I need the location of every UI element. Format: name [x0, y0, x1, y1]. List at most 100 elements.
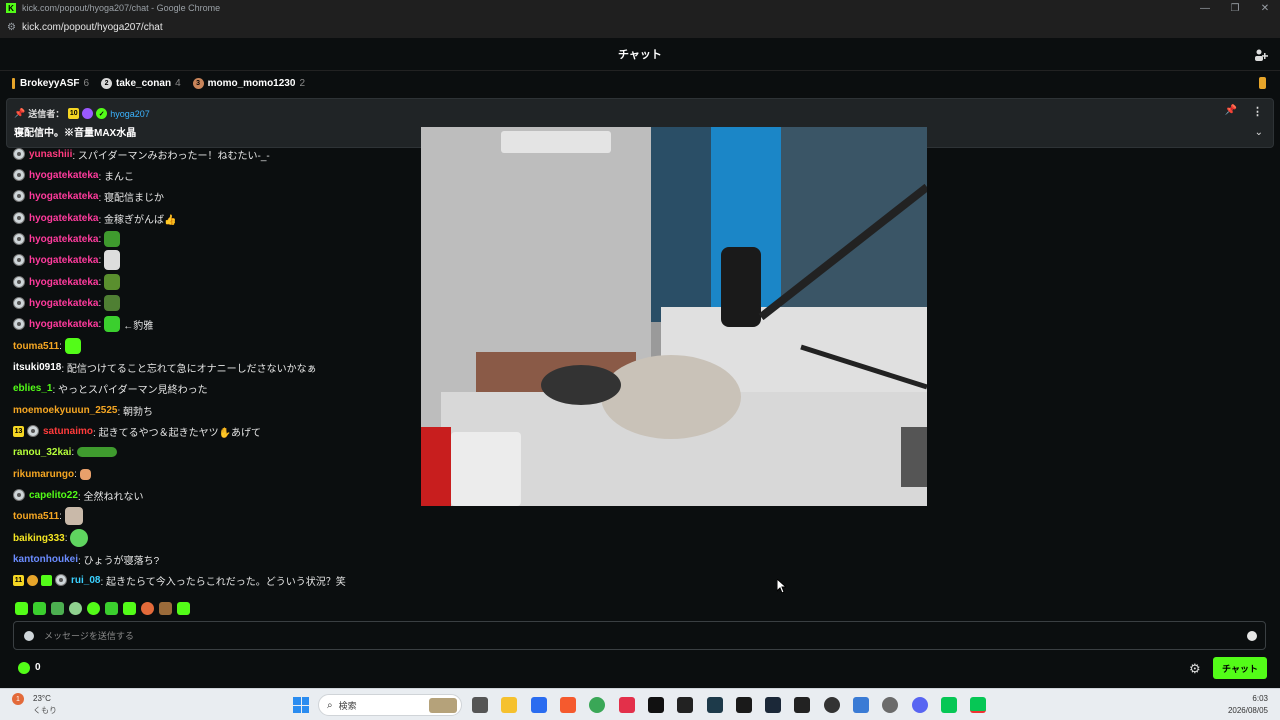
chevron-down-icon[interactable]: ⌄	[1255, 127, 1263, 138]
line-icon[interactable]	[941, 697, 957, 713]
emoji-picker-icon[interactable]	[1247, 631, 1257, 641]
chat-message[interactable]: eblies_1 : やっとスパイダーマン見終わった	[13, 380, 208, 396]
pinned-user[interactable]: hyoga207	[110, 109, 150, 119]
username[interactable]: moemoekyuuun_2525	[13, 405, 118, 416]
frog-emote-icon[interactable]	[104, 231, 121, 247]
face-emote-icon[interactable]	[104, 250, 121, 270]
gifter-item[interactable]: BrokeyyASF 6	[12, 77, 89, 89]
weather-temp[interactable]: 23°C	[33, 694, 51, 703]
kick-points-icon[interactable]	[18, 662, 30, 674]
username[interactable]: hyogatekateka	[29, 255, 98, 266]
username[interactable]: baiking333	[13, 533, 65, 544]
emote-icon[interactable]	[70, 529, 89, 547]
emote-icon[interactable]	[123, 601, 136, 615]
gifter-item[interactable]: 2 take_conan 4	[101, 77, 181, 89]
emote-icon[interactable]	[51, 601, 64, 615]
username[interactable]: satunaimo	[43, 426, 93, 437]
app-icon[interactable]	[853, 697, 869, 713]
chat-message[interactable]: hyogatekateka : 寝配信まじか	[13, 188, 164, 204]
emote-icon[interactable]	[87, 601, 100, 615]
stream-video[interactable]	[421, 127, 927, 506]
chat-message[interactable]: rikumarungo :	[13, 466, 91, 482]
site-info-icon[interactable]: ⚙	[7, 22, 16, 33]
avatar[interactable]	[13, 318, 25, 330]
emote-icon[interactable]	[33, 601, 46, 615]
username[interactable]: ranou_32kai	[13, 447, 71, 458]
tiktok-icon[interactable]	[648, 697, 664, 713]
steam-icon[interactable]	[765, 697, 781, 713]
avatar[interactable]	[55, 574, 67, 586]
restore-button[interactable]: ❐	[1220, 0, 1250, 16]
app-icon[interactable]	[736, 697, 752, 713]
gift-icon[interactable]	[1259, 77, 1266, 89]
username[interactable]: hyogatekateka	[29, 234, 98, 245]
app-icon[interactable]	[531, 697, 547, 713]
chat-message[interactable]: hyogatekateka : 金稼ぎがんば👍	[13, 210, 177, 226]
windows-start-icon[interactable]	[293, 697, 309, 713]
avatar[interactable]	[13, 489, 25, 501]
chat-input[interactable]: メッセージを送信する	[13, 621, 1266, 650]
emote-icon[interactable]	[79, 468, 91, 480]
taskbar-search[interactable]: ⌕ 検索	[318, 694, 462, 716]
chat-message[interactable]: touma511 :	[13, 507, 83, 525]
chat-message[interactable]: ranou_32kai :	[13, 444, 118, 460]
emote-icon[interactable]	[177, 601, 190, 615]
username[interactable]: hyogatekateka	[29, 170, 98, 181]
avatar[interactable]	[13, 297, 25, 309]
unpin-icon[interactable]: 📌	[1225, 105, 1237, 116]
app-icon[interactable]	[707, 697, 723, 713]
avatar[interactable]	[13, 190, 25, 202]
send-button[interactable]: チャット	[1213, 657, 1267, 679]
username[interactable]: hyogatekateka	[29, 213, 98, 224]
chat-message[interactable]: hyogatekateka :	[13, 231, 121, 247]
username[interactable]: itsuki0918	[13, 362, 61, 373]
chat-message[interactable]: itsuki0918 : 配信つけてること忘れて急にオナニーしださないかなぁ	[13, 359, 317, 375]
username[interactable]: touma511	[13, 341, 59, 352]
avatar[interactable]	[13, 276, 25, 288]
emote-icon[interactable]	[69, 601, 82, 615]
chat-message[interactable]: 13 satunaimo : 起きてるやつ＆起きたヤツ✋あげて	[13, 423, 261, 439]
chat-message[interactable]: hyogatekateka :	[13, 250, 121, 270]
chat-message[interactable]: moemoekyuuun_2525 : 朝勃ち	[13, 402, 153, 418]
users-icon[interactable]	[1254, 48, 1268, 62]
chat-message[interactable]: baiking333 :	[13, 529, 89, 547]
username[interactable]: hyogatekateka	[29, 191, 98, 202]
username[interactable]: yunashiii	[29, 149, 72, 160]
username[interactable]: hyogatekateka	[29, 298, 98, 309]
chat-message[interactable]: capelito22 : 全然ねれない	[13, 487, 143, 503]
avatar[interactable]	[13, 233, 25, 245]
username[interactable]: hyogatekateka	[29, 277, 98, 288]
emote-icon[interactable]	[159, 601, 172, 615]
emote-icon[interactable]	[141, 601, 154, 615]
username[interactable]: rui_08	[71, 575, 100, 586]
chat-message[interactable]: kantonhoukei : ひょうが寝落ち?	[13, 551, 159, 567]
avatar[interactable]	[13, 212, 25, 224]
minimize-button[interactable]: —	[1190, 0, 1220, 16]
kick-emote-icon[interactable]	[64, 338, 81, 354]
task-view-icon[interactable]	[472, 697, 488, 713]
chrome-icon[interactable]	[589, 697, 605, 713]
more-options-icon[interactable]: ⋮	[1252, 105, 1263, 118]
emote-icon[interactable]	[77, 447, 118, 457]
clock-date[interactable]: 2026/08/05	[1228, 706, 1268, 715]
chat-message[interactable]: 11 rui_08 : 起きたらて今入ったらこれだった。どういう状況？笑	[13, 572, 346, 588]
chat-message[interactable]: hyogatekateka :	[13, 295, 121, 311]
chat-message[interactable]: hyogatekateka : ←豹雅	[13, 316, 153, 332]
username[interactable]: capelito22	[29, 490, 78, 501]
kick-emote-icon[interactable]	[104, 316, 121, 332]
chat-message[interactable]: hyogatekateka :	[13, 274, 121, 290]
avatar[interactable]	[13, 254, 25, 266]
username[interactable]: hyogatekateka	[29, 319, 98, 330]
settings-icon[interactable]	[882, 697, 898, 713]
gifter-item[interactable]: 3 momo_momo1230 2	[192, 77, 305, 89]
close-button[interactable]: ✕	[1250, 0, 1280, 16]
brave-icon[interactable]	[560, 697, 576, 713]
chat-message[interactable]: yunashiii : スパイダーマンみおわったー！ねむたい-_-	[13, 146, 270, 162]
address-bar[interactable]: ⚙ kick.com/popout/hyoga207/chat	[0, 16, 1280, 38]
username[interactable]: touma511	[13, 511, 59, 522]
avatar[interactable]	[13, 169, 25, 181]
username[interactable]: eblies_1	[13, 383, 52, 394]
gear-icon[interactable]: ⚙	[1189, 661, 1201, 677]
app-icon[interactable]	[677, 697, 693, 713]
app-icon[interactable]	[619, 697, 635, 713]
